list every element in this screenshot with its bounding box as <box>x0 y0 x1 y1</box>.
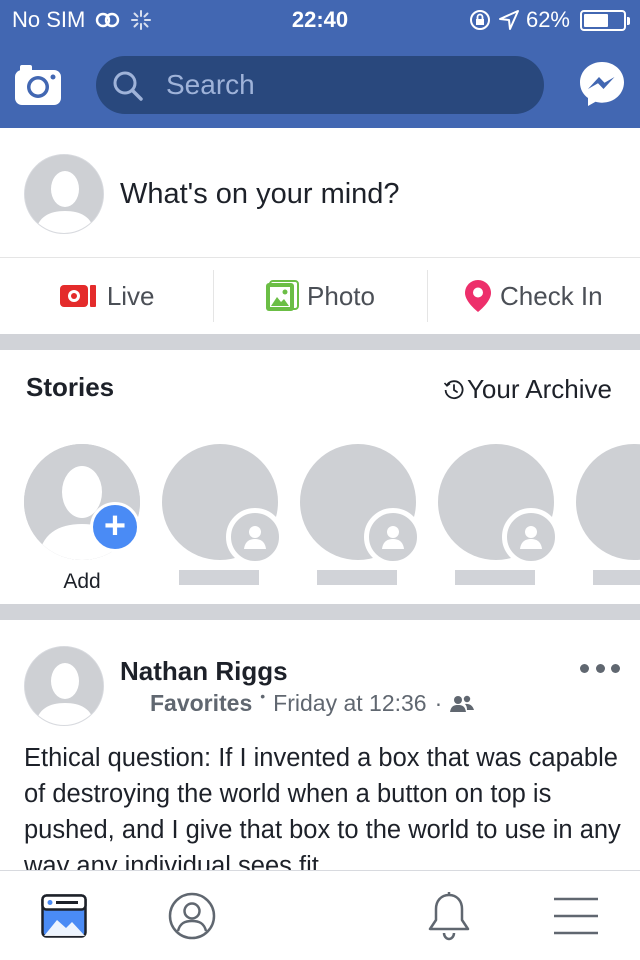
story-placeholder[interactable] <box>438 444 560 566</box>
story-user-badge <box>502 508 560 566</box>
status-composer[interactable]: What's on your mind? <box>0 128 640 258</box>
messenger-icon <box>580 62 624 106</box>
post-body-text: Ethical question: If I invented a box th… <box>24 744 621 880</box>
post-meta: Favorites • Friday at 12:36 · <box>150 687 475 717</box>
person-icon <box>520 526 542 549</box>
live-label: Live <box>106 280 155 311</box>
search-bar[interactable] <box>96 56 544 114</box>
tab-menu[interactable] <box>551 891 601 941</box>
battery-percent: 62% <box>525 7 570 32</box>
photo-button[interactable]: Photo <box>213 258 426 334</box>
person-icon <box>244 526 266 549</box>
messenger-button[interactable] <box>578 60 626 108</box>
story-user-badge <box>364 508 422 566</box>
story-placeholder[interactable] <box>162 444 284 566</box>
archive-clock-icon <box>443 379 464 399</box>
story-placeholder[interactable] <box>576 444 640 560</box>
default-avatar-icon <box>25 647 103 725</box>
composer-prompt[interactable]: What's on your mind? <box>120 178 400 211</box>
carrier-text: No SIM <box>12 7 86 32</box>
check-in-label: Check In <box>500 280 603 311</box>
post-options-button[interactable] <box>580 664 620 676</box>
stories-title: Stories <box>26 372 115 402</box>
battery-icon <box>580 9 630 31</box>
post-group[interactable]: Favorites <box>150 690 252 717</box>
status-bar: No SIM 22:40 62% <box>0 0 640 40</box>
link-icon <box>96 12 120 28</box>
story-placeholder[interactable] <box>300 444 422 566</box>
story-user-badge <box>226 508 284 566</box>
tab-notifications[interactable] <box>424 891 474 941</box>
story-overflow-clip <box>576 444 640 574</box>
location-arrow-icon <box>498 10 519 30</box>
photo-label: Photo <box>307 280 375 311</box>
meta-separator: · <box>434 690 443 716</box>
profile-icon <box>168 892 216 940</box>
bottom-tab-bar <box>0 870 640 960</box>
rotation-lock-icon <box>469 10 490 30</box>
more-dot <box>611 664 620 673</box>
post-author-name[interactable]: Nathan Riggs <box>120 656 288 687</box>
search-input[interactable] <box>166 56 526 114</box>
notifications-bell-icon <box>428 892 470 941</box>
post-author-avatar[interactable] <box>24 646 104 726</box>
avatar <box>24 154 104 234</box>
archive-label: Your Archive <box>466 374 612 404</box>
location-pin-icon <box>465 280 492 312</box>
top-header: No SIM 22:40 62% Search <box>0 0 640 128</box>
meta-separator: • <box>260 687 266 704</box>
add-story-plus-icon: + <box>90 502 140 552</box>
camera-icon <box>15 65 61 105</box>
tab-news-feed[interactable] <box>39 891 89 941</box>
story-name-placeholder <box>455 570 535 585</box>
section-divider <box>0 604 640 620</box>
friends-icon <box>450 695 475 712</box>
your-archive-link[interactable]: Your Archive <box>443 374 612 405</box>
add-story-button[interactable]: + <box>24 444 140 560</box>
story-name-placeholder <box>317 570 397 585</box>
post-timestamp[interactable]: Friday at 12:36 <box>273 690 426 717</box>
default-avatar-icon <box>25 155 103 233</box>
more-dot <box>580 664 589 673</box>
search-icon <box>113 71 143 101</box>
photo-icon <box>266 280 300 311</box>
person-icon <box>382 526 404 549</box>
section-divider <box>0 334 640 350</box>
check-in-button[interactable]: Check In <box>426 258 640 334</box>
story-name-placeholder <box>179 570 259 585</box>
tab-profile[interactable] <box>167 891 217 941</box>
camera-button[interactable] <box>14 64 62 106</box>
add-story-label: Add <box>63 570 101 593</box>
news-feed-icon <box>41 894 87 938</box>
live-button[interactable]: Live <box>0 258 213 334</box>
live-video-icon <box>59 285 96 307</box>
menu-icon <box>554 897 598 935</box>
more-dot <box>595 664 605 673</box>
activity-spinner-icon <box>131 10 152 30</box>
story-name-placeholder <box>593 570 640 585</box>
composer-actions: Live Photo Check In <box>0 258 640 334</box>
